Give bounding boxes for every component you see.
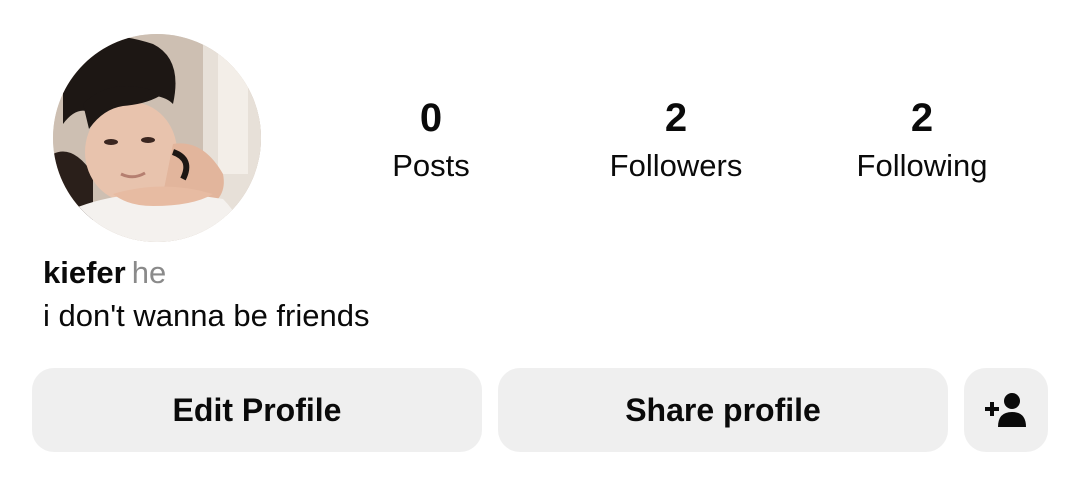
followers-stat[interactable]: 2 Followers [566,96,786,184]
profile-name-row: kiefer he [43,254,166,292]
posts-count: 0 [419,96,443,140]
followers-count: 2 [664,96,688,140]
profile-avatar[interactable] [53,34,261,242]
add-person-icon [985,393,1026,427]
discover-people-button[interactable] [964,368,1048,452]
profile-bio: i don't wanna be friends [43,298,370,333]
following-stat[interactable]: 2 Following [812,96,1032,184]
avatar-photo [53,34,261,242]
share-profile-button[interactable]: Share profile [498,368,948,452]
profile-pronouns: he [131,255,167,290]
following-count: 2 [910,96,934,140]
posts-label: Posts [392,148,470,183]
following-label: Following [856,148,988,183]
edit-profile-button[interactable]: Edit Profile [32,368,482,452]
followers-label: Followers [609,148,743,183]
posts-stat[interactable]: 0 Posts [321,96,541,184]
profile-username: kiefer [43,255,126,290]
